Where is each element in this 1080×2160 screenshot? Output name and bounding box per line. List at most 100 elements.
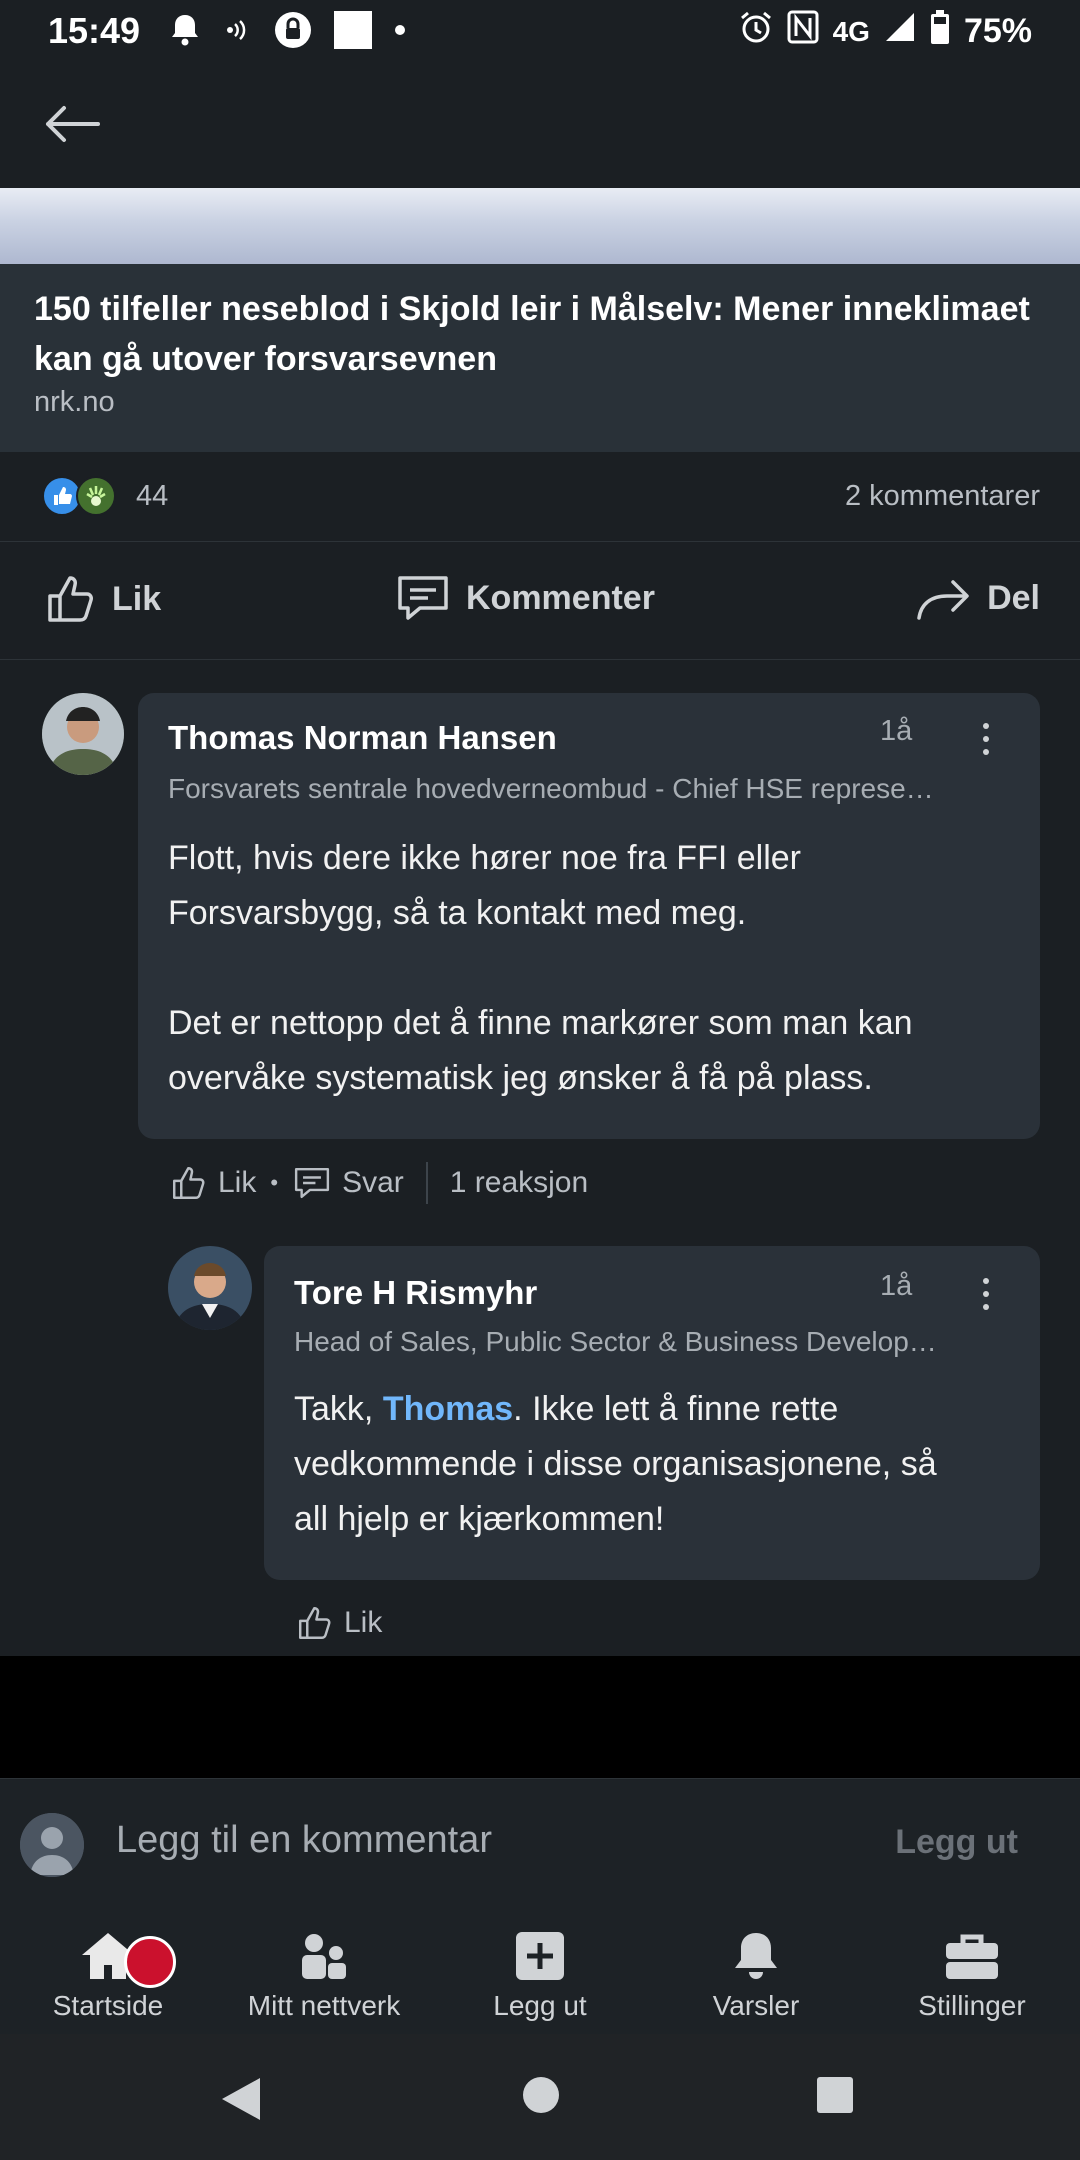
share-label: Del [987, 578, 1040, 617]
comment-body: Takk, Thomas. Ikke lett å finne rette ve… [294, 1382, 1014, 1547]
commenter-headline: Forsvarets sentrale hovedverneombud - Ch… [168, 773, 934, 804]
nav-label: Legg ut [493, 1990, 587, 2021]
divider [425, 1162, 428, 1204]
comment-line: Forsvarsbygg, så ta kontakt med meg. [168, 894, 747, 932]
more-options-icon[interactable] [974, 719, 998, 759]
comment-reply-button[interactable]: Svar [292, 1165, 404, 1201]
commenter-headline: Head of Sales, Public Sector & Business … [294, 1326, 937, 1357]
status-left-icons [170, 10, 406, 54]
triangle-back-icon [222, 2078, 260, 2120]
comment-bubble: Thomas Norman Hansen Forsvarets sentrale… [138, 693, 1040, 1139]
comment-line: Flott, hvis dere ikke hører noe fra FFI … [168, 839, 801, 877]
social-counts: 44 2 kommentarer [0, 452, 1080, 542]
alarm-icon [739, 10, 773, 53]
comment-line: Det er nettopp det å finne markører som … [168, 1004, 913, 1042]
commenter-name[interactable]: Tore H Rismyhr [294, 1274, 537, 1312]
comment-actions: Lik [296, 1604, 382, 1642]
nav-label: Mitt nettverk [247, 1990, 401, 2021]
like-label: Lik [112, 579, 162, 618]
post-actions: Lik Kommenter Del [0, 542, 1080, 660]
system-home-button[interactable] [522, 2076, 560, 2119]
circle-home-icon [523, 2077, 559, 2113]
article-title: 150 tilfeller neseblod i Skjold leir i M… [34, 290, 1030, 378]
system-nav-bar [0, 2034, 1080, 2160]
reply-icon [294, 1168, 330, 1198]
nav-label: Varsler [712, 1990, 800, 2021]
article-image [0, 188, 1080, 264]
comment-line: vedkommende i disse organisasjonene, så [294, 1445, 937, 1483]
status-right: 4G 75% [739, 10, 1032, 53]
comment-bubble: Tore H Rismyhr Head of Sales, Public Sec… [264, 1246, 1040, 1580]
commenter-name[interactable]: Thomas Norman Hansen [168, 719, 557, 757]
comment-text: Takk, [294, 1390, 383, 1428]
celebrate-reaction-icon [76, 476, 116, 516]
share-button[interactable]: Del [915, 572, 1040, 624]
comment-time: 1å [880, 715, 913, 747]
comment-like-button[interactable]: Lik [296, 1604, 382, 1642]
vpn-lock-icon [274, 11, 312, 54]
comment-like-button[interactable]: Lik [170, 1164, 256, 1202]
comment-composer: Legg til en kommentar Legg ut [0, 1778, 1080, 1908]
thumbs-up-icon [172, 1166, 205, 1200]
avatar[interactable] [168, 1246, 252, 1330]
square-icon [334, 10, 372, 54]
app-bar [0, 64, 1080, 188]
back-button[interactable] [36, 92, 108, 156]
comment-actions: Lik • Svar 1 reaksjon [170, 1162, 588, 1204]
nav-item-notifications[interactable]: Varsler [648, 1928, 864, 2022]
dot-icon [394, 23, 406, 41]
bell-icon [730, 1928, 782, 1984]
nfc-icon [222, 15, 252, 50]
comment-line: Takk, Thomas. Ikke lett å finne rette [294, 1382, 1014, 1437]
system-recents-button[interactable] [816, 2076, 854, 2119]
comment-reaction-count[interactable]: 1 reaksjon [450, 1166, 588, 1200]
empty-space [0, 1656, 1080, 1778]
system-back-button[interactable] [220, 2076, 262, 2127]
nav-item-jobs[interactable]: Stillinger [864, 1928, 1080, 2022]
comment-like-label: Lik [344, 1606, 383, 1639]
add-post-icon [515, 1928, 565, 1984]
status-time: 15:49 [48, 10, 141, 51]
like-button[interactable]: Lik [44, 572, 161, 626]
comment-reply-label: Svar [342, 1166, 404, 1199]
signal-icon [884, 11, 916, 52]
comment-text: . Ikke lett å finne rette [513, 1390, 839, 1428]
my-avatar [20, 1813, 84, 1877]
thumbs-up-icon [298, 1606, 331, 1640]
comment-icon [398, 576, 448, 620]
post-comment-button[interactable]: Legg ut [895, 1823, 1018, 1862]
comment-time: 1å [880, 1270, 913, 1302]
dot-separator: • [270, 1170, 279, 1195]
nav-item-network[interactable]: Mitt nettverk [216, 1928, 432, 2022]
share-arrow-icon [917, 580, 969, 620]
nav-label: Stillinger [918, 1990, 1026, 2021]
square-recents-icon [817, 2077, 853, 2113]
arrow-left-icon [46, 106, 100, 142]
status-bar: 15:49 4G 75% [0, 0, 1080, 64]
nav-label: Startside [52, 1990, 164, 2021]
battery-icon [930, 10, 950, 53]
battery-level: 75% [963, 12, 1032, 50]
n-icon [787, 10, 819, 53]
bell-icon [170, 13, 200, 52]
mention-link[interactable]: Thomas [383, 1390, 513, 1428]
comment-line: overvåke systematisk jeg ønsker å få på … [168, 1059, 873, 1097]
network-type: 4G [832, 15, 870, 47]
comment-button[interactable]: Kommenter [394, 572, 655, 624]
comment-count[interactable]: 2 kommentarer [845, 480, 1040, 513]
reaction-count[interactable]: 44 [136, 480, 168, 513]
article-card[interactable]: 150 tilfeller neseblod i Skjold leir i M… [0, 188, 1080, 452]
bottom-nav: Startside Mitt nettverk Legg ut Varsler … [0, 1908, 1080, 2034]
article-source: nrk.no [34, 386, 115, 418]
nav-item-post[interactable]: Legg ut [432, 1928, 648, 2022]
more-options-icon[interactable] [974, 1274, 998, 1314]
reaction-icons[interactable] [42, 476, 116, 516]
avatar[interactable] [42, 693, 124, 775]
nav-item-home[interactable]: Startside [0, 1928, 216, 2022]
comment-input[interactable]: Legg til en kommentar [116, 1819, 492, 1862]
comment-line: all hjelp er kjærkommen! [294, 1500, 665, 1538]
network-icon [296, 1928, 352, 1984]
briefcase-icon [944, 1928, 1000, 1984]
notification-badge [124, 1936, 176, 1988]
comment-like-label: Lik [218, 1166, 257, 1199]
